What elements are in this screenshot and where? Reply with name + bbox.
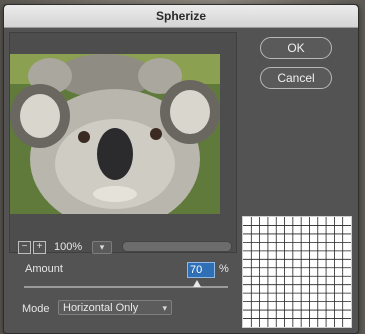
zoom-dropdown[interactable]: ▾ (92, 241, 112, 254)
grid-lines (243, 217, 351, 327)
cancel-button[interactable]: Cancel (260, 67, 332, 89)
preview-image[interactable] (10, 54, 220, 214)
koala-preview-image (10, 54, 220, 214)
chevron-down-icon: ▾ (99, 242, 105, 252)
ok-button[interactable]: OK (260, 37, 332, 59)
preview-scrollbar[interactable] (122, 241, 232, 252)
mode-selected-value: Horizontal Only (63, 302, 139, 314)
spherize-dialog: Spherize − + 100% ▾ OK Cancel Amount 70 … (3, 4, 359, 334)
dialog-title: Spherize (155, 9, 206, 23)
zoom-level: 100% (54, 241, 83, 253)
zoom-in-button[interactable]: + (33, 241, 46, 254)
amount-input[interactable]: 70 (187, 262, 215, 278)
zoom-out-button[interactable]: − (18, 241, 31, 254)
amount-label: Amount (25, 263, 63, 275)
mode-select[interactable]: Horizontal Only ▾ (58, 300, 172, 315)
amount-unit: % (219, 263, 229, 275)
title-bar[interactable]: Spherize (4, 5, 358, 28)
amount-slider-thumb[interactable] (193, 280, 202, 287)
distortion-grid-preview (242, 216, 352, 328)
chevron-down-icon: ▾ (162, 303, 167, 313)
mode-label: Mode (22, 303, 50, 315)
